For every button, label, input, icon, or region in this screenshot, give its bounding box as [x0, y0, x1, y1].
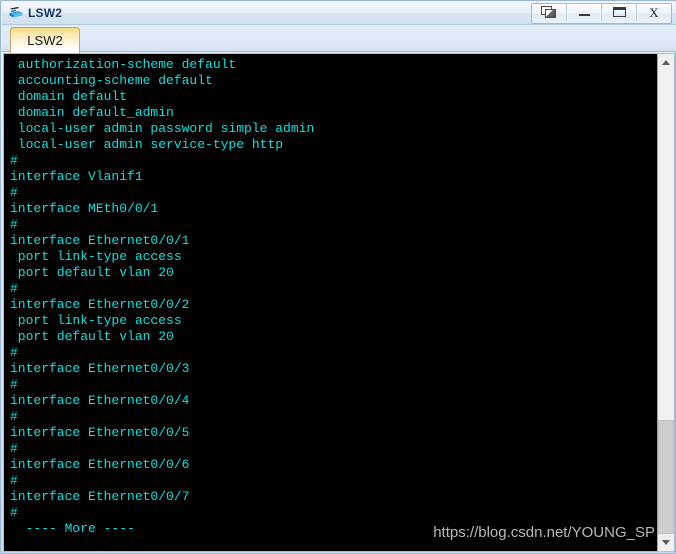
terminal-line: port default vlan 20	[10, 265, 174, 280]
terminal-line: interface Ethernet0/0/3	[10, 361, 190, 376]
terminal-output[interactable]: authorization-scheme default accounting-…	[4, 54, 657, 551]
terminal-line: #	[10, 185, 18, 200]
terminal-line: local-user admin password simple admin	[10, 121, 315, 136]
terminal-line: ---- More ----	[10, 521, 135, 536]
terminal-line: port link-type access	[10, 249, 182, 264]
terminal-line: accounting-scheme default	[10, 73, 213, 88]
terminal-line: #	[10, 441, 18, 456]
terminal-line: port link-type access	[10, 313, 182, 328]
cascade-icon	[541, 5, 557, 19]
terminal-line: #	[10, 281, 18, 296]
minimize-button[interactable]	[567, 3, 602, 21]
terminal-line: #	[10, 409, 18, 424]
window-controls: X	[531, 2, 672, 24]
terminal-line: #	[10, 345, 18, 360]
cascade-restore-button[interactable]	[532, 3, 567, 21]
terminal-line: domain default_admin	[10, 105, 174, 120]
minimize-icon	[578, 14, 590, 16]
close-icon: X	[649, 4, 659, 20]
terminal-line: #	[10, 153, 18, 168]
tab-label: LSW2	[27, 33, 63, 48]
terminal-line: port default vlan 20	[10, 329, 174, 344]
maximize-button[interactable]	[602, 3, 637, 21]
terminal-line: interface Ethernet0/0/2	[10, 297, 190, 312]
terminal-line: authorization-scheme default	[10, 57, 237, 72]
terminal-line: local-user admin service-type http	[10, 137, 284, 152]
scroll-down-arrow[interactable]	[658, 534, 674, 551]
window-title: LSW2	[28, 6, 63, 20]
terminal-line: interface Ethernet0/0/1	[10, 233, 190, 248]
terminal-scrollbar[interactable]	[657, 54, 674, 551]
maximize-icon	[612, 7, 626, 17]
terminal-line: interface Ethernet0/0/4	[10, 393, 190, 408]
terminal-line: interface MEth0/0/1	[10, 201, 159, 216]
terminal-line: #	[10, 377, 18, 392]
terminal-line: interface Ethernet0/0/6	[10, 457, 190, 472]
terminal-line: #	[10, 217, 18, 232]
scrollbar-thumb[interactable]	[658, 420, 674, 534]
close-button[interactable]: X	[637, 4, 671, 21]
terminal-window: LSW2 X LSW2 authorization-scheme default…	[0, 0, 676, 554]
terminal-line: interface Ethernet0/0/7	[10, 489, 190, 504]
terminal-line: interface Vlanif1	[10, 169, 143, 184]
switch-device-icon	[7, 4, 25, 22]
terminal-line: domain default	[10, 89, 128, 104]
tab-lsw2[interactable]: LSW2	[10, 27, 80, 53]
terminal-line: interface Ethernet0/0/5	[10, 425, 190, 440]
terminal-line: #	[10, 505, 18, 520]
tab-strip: LSW2	[2, 25, 676, 53]
window-titlebar[interactable]: LSW2 X	[2, 2, 676, 25]
terminal-line: #	[10, 473, 18, 488]
terminal-panel: authorization-scheme default accounting-…	[3, 53, 675, 552]
scroll-up-arrow[interactable]	[658, 54, 674, 71]
